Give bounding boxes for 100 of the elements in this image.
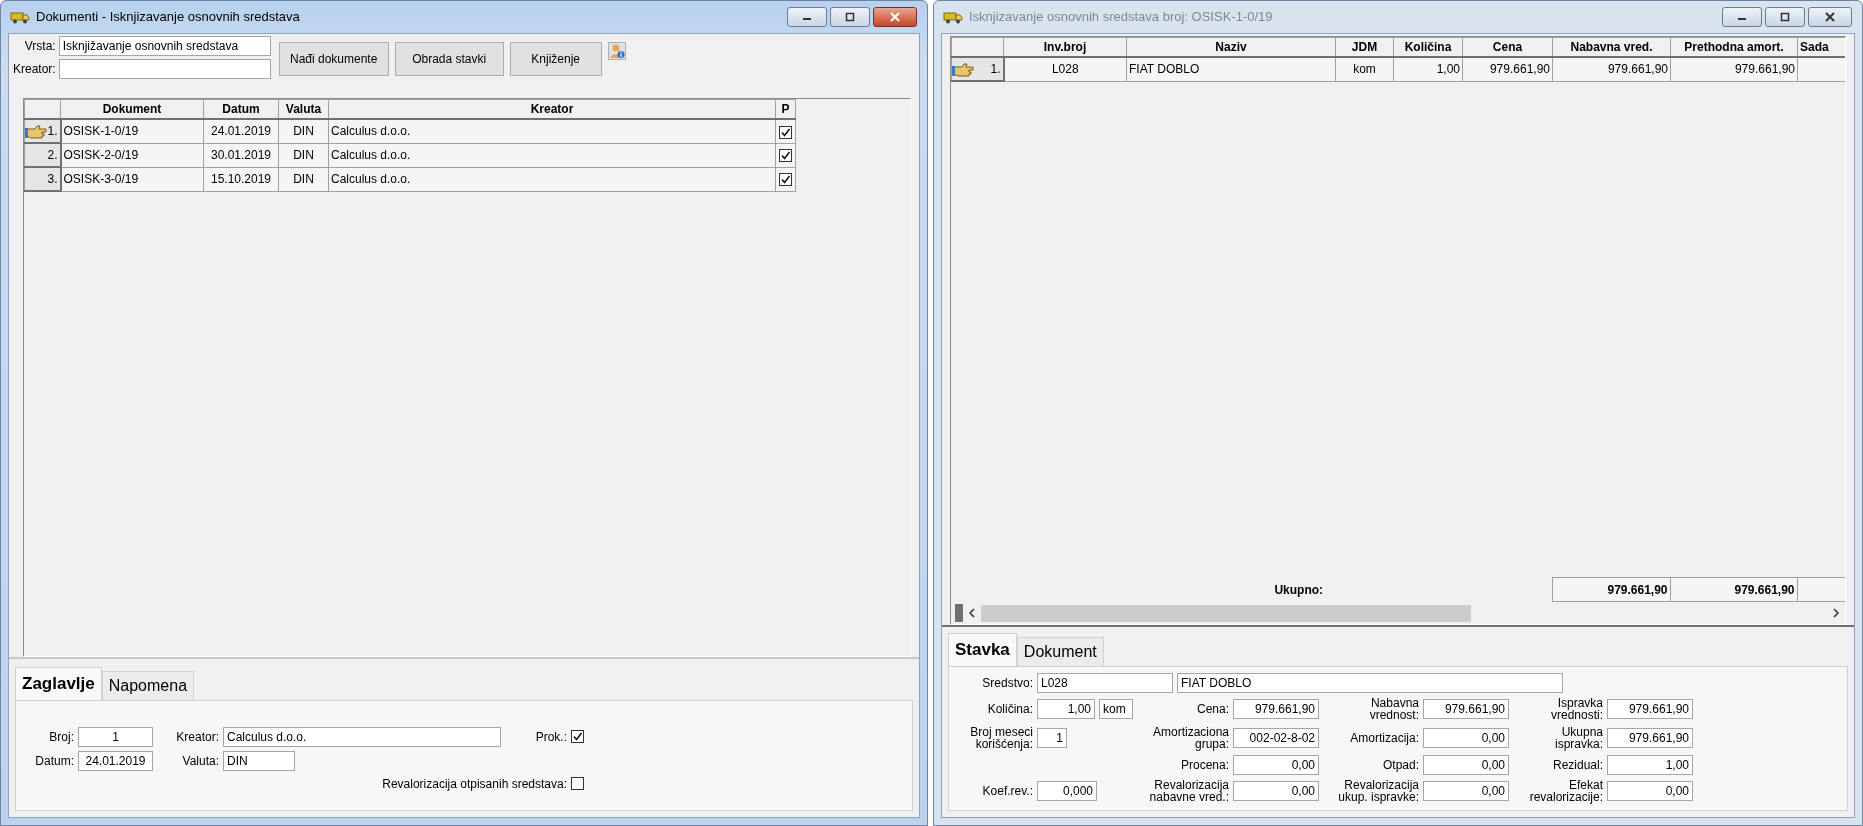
- table-cell: Calculus d.o.o.: [328, 167, 776, 191]
- column-header[interactable]: Prethodna amort.: [1670, 37, 1798, 57]
- column-header[interactable]: Inv.broj: [1003, 37, 1127, 57]
- field-label: Nabavna vrednost:: [1368, 696, 1419, 722]
- input-field[interactable]: 0,00: [1233, 754, 1319, 775]
- total-label: Ukupno:: [1273, 581, 1325, 599]
- field-label: Ispravka vrednosti:: [1549, 696, 1603, 722]
- close-button[interactable]: [873, 7, 917, 27]
- column-header[interactable]: Kreator: [328, 99, 776, 119]
- pointing-hand-icon: [952, 62, 974, 78]
- input-field[interactable]: 24.01.2019: [78, 750, 153, 771]
- field-label: Ukupna ispravka:: [1553, 725, 1603, 751]
- field-label: Revalorizacija otpisanih sredstava:: [381, 775, 567, 793]
- field-label: Revalorizacija nabavne vred.:: [1148, 778, 1229, 805]
- user-info-icon[interactable]: [607, 42, 626, 60]
- field-label: Procena:: [1179, 758, 1229, 772]
- scroll-right-icon[interactable]: [1831, 607, 1841, 619]
- row-header[interactable]: 3.: [24, 167, 61, 191]
- minimize-button[interactable]: [1722, 7, 1762, 27]
- tab[interactable]: Zaglavlje: [15, 667, 102, 700]
- field-label: Koef.rev.:: [981, 785, 1033, 798]
- field-label: Količina:: [986, 702, 1033, 716]
- field-label: Amortizaciona grupa:: [1151, 725, 1229, 751]
- field-label: Otpad:: [1381, 758, 1419, 772]
- input-field[interactable]: DIN: [223, 750, 295, 771]
- truck-icon: [10, 10, 30, 24]
- field-label: Cena:: [1195, 702, 1229, 716]
- field-label: Valuta:: [181, 752, 219, 770]
- input-field[interactable]: 002-02-8-02: [1233, 728, 1319, 749]
- row-header[interactable]: 2.: [24, 143, 61, 167]
- input-field[interactable]: 979.661,90: [1607, 699, 1693, 720]
- input-field[interactable]: [58, 59, 271, 79]
- input-field[interactable]: 0,000: [1037, 781, 1097, 802]
- tab[interactable]: Stavka: [948, 633, 1017, 666]
- check-icon: [780, 126, 791, 138]
- input-field[interactable]: Calculus d.o.o.: [223, 726, 501, 747]
- splitter-handle[interactable]: [955, 604, 963, 622]
- field-label: Broj meseci korišćenja:: [969, 725, 1033, 751]
- input-field[interactable]: 1: [78, 726, 153, 747]
- input-field[interactable]: 1: [1037, 728, 1067, 749]
- close-button[interactable]: [1808, 7, 1852, 27]
- table-cell: Calculus d.o.o.: [328, 143, 776, 167]
- input-field[interactable]: Isknjižavanje osnovnih sredstava: [58, 36, 271, 56]
- field-label: Revalorizacija ukup. ispravke:: [1337, 778, 1419, 805]
- column-header[interactable]: Dokument: [60, 99, 204, 119]
- check-icon: [780, 150, 791, 162]
- input-field[interactable]: 979.661,90: [1423, 699, 1509, 720]
- toolbar-button[interactable]: Obrada stavki: [394, 42, 504, 76]
- table-cell: OSISK-2-0/19: [60, 143, 204, 167]
- window-title: Dokumenti - Isknjizavanje osnovnih sredstava: [36, 8, 300, 27]
- check-icon: [572, 731, 583, 742]
- column-header[interactable]: Cena: [1462, 37, 1553, 57]
- input-field[interactable]: FIAT DOBLO: [1177, 672, 1563, 693]
- toolbar-button[interactable]: Knjiženje: [509, 42, 602, 76]
- field-label: Datum:: [34, 752, 74, 770]
- input-field[interactable]: kom: [1099, 699, 1133, 720]
- input-field[interactable]: 0,00: [1423, 754, 1509, 775]
- table-cell: Calculus d.o.o.: [328, 119, 776, 143]
- truck-icon: [943, 10, 963, 24]
- minimize-button[interactable]: [787, 7, 827, 27]
- tab[interactable]: Napomena: [101, 670, 195, 700]
- checkbox[interactable]: [571, 730, 584, 743]
- field-label: Kreator:: [13, 61, 56, 78]
- table-cell: 979.661,90: [1552, 57, 1671, 81]
- table-cell: 979.661,90: [1462, 57, 1553, 81]
- input-field[interactable]: 979.661,90: [1607, 728, 1693, 749]
- input-field[interactable]: 0,00: [1423, 781, 1509, 802]
- input-field[interactable]: 0,00: [1233, 781, 1319, 802]
- window-title: Isknjizavanje osnovnih sredstava broj: OSISK-1-0/19: [969, 8, 1273, 27]
- scrollbar-thumb[interactable]: [981, 604, 1471, 622]
- checkbox[interactable]: [779, 125, 792, 139]
- row-header[interactable]: 1.: [24, 119, 61, 143]
- input-field[interactable]: L028: [1037, 672, 1173, 693]
- column-header[interactable]: JDM: [1335, 37, 1394, 57]
- column-header[interactable]: Datum: [203, 99, 279, 119]
- column-header[interactable]: P: [775, 99, 796, 119]
- column-header[interactable]: Nabavna vred.: [1552, 37, 1671, 57]
- row-header[interactable]: 1.: [951, 57, 1004, 81]
- total-cell: 979.661,90: [1670, 577, 1798, 602]
- checkbox[interactable]: [571, 777, 584, 790]
- input-field[interactable]: 979.661,90: [1233, 699, 1319, 720]
- toolbar-button[interactable]: Nađi dokumente: [278, 42, 389, 76]
- input-field[interactable]: 0,00: [1607, 781, 1693, 802]
- field-label: Sredstvo:: [981, 674, 1033, 692]
- check-icon: [780, 174, 791, 186]
- input-field[interactable]: 1,00: [1607, 754, 1693, 775]
- checkbox[interactable]: [779, 173, 792, 187]
- checkbox[interactable]: [779, 149, 792, 163]
- column-header[interactable]: Količina: [1393, 37, 1463, 57]
- table-cell: OSISK-3-0/19: [60, 167, 204, 191]
- column-header[interactable]: Naziv: [1126, 37, 1336, 57]
- column-header[interactable]: Sada: [1797, 37, 1845, 57]
- scroll-left-icon[interactable]: [967, 607, 977, 619]
- column-header[interactable]: Valuta: [278, 99, 329, 119]
- close-icon: [1824, 12, 1836, 22]
- maximize-button[interactable]: [1765, 7, 1805, 27]
- input-field[interactable]: 0,00: [1423, 728, 1509, 749]
- tab[interactable]: Dokument: [1016, 636, 1104, 666]
- maximize-button[interactable]: [830, 7, 870, 27]
- input-field[interactable]: 1,00: [1037, 699, 1095, 720]
